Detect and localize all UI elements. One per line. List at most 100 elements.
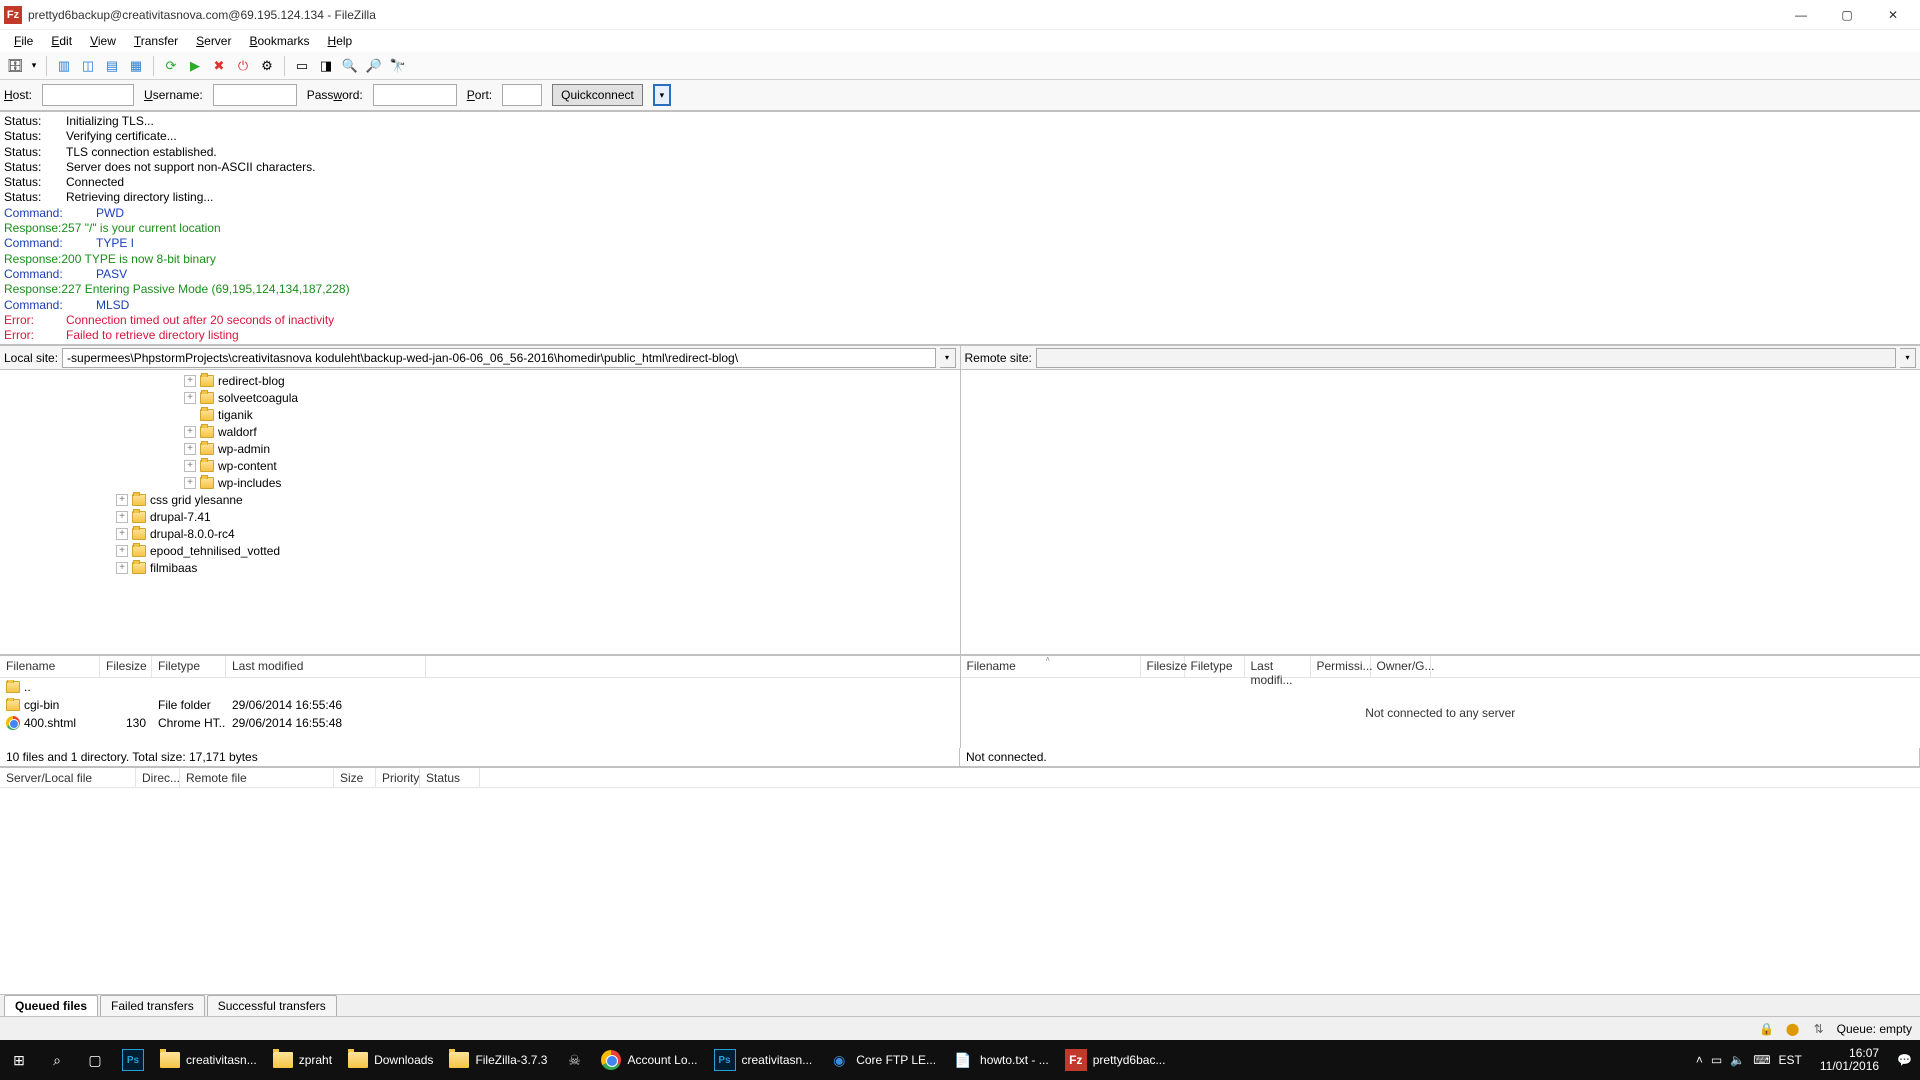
remote-tree[interactable]	[961, 370, 1920, 654]
column-header[interactable]: Filetype	[1185, 656, 1245, 677]
taskbar-item[interactable]: Downloads	[340, 1040, 441, 1080]
menu-edit[interactable]: Edit	[43, 32, 80, 50]
column-header[interactable]: Priority	[376, 768, 420, 787]
tree-item[interactable]: +waldorf	[0, 423, 960, 440]
cancel-icon[interactable]: ✖	[208, 55, 230, 77]
quickconnect-history-icon[interactable]: ▾	[653, 84, 671, 106]
tree-item[interactable]: +wp-includes	[0, 474, 960, 491]
expand-icon[interactable]: +	[184, 375, 196, 387]
username-input[interactable]	[213, 84, 297, 106]
taskbar-item[interactable]: zpraht	[265, 1040, 340, 1080]
local-columns[interactable]: FilenameFilesizeFiletypeLast modified	[0, 656, 960, 678]
disconnect-icon[interactable]: ⏻	[232, 55, 254, 77]
taskbar-item[interactable]: Pscreativitasn...	[706, 1040, 821, 1080]
search-icon[interactable]: 🔎	[363, 55, 385, 77]
toggle-tree-icon[interactable]: ◫	[77, 55, 99, 77]
taskbar-item[interactable]: creativitasn...	[152, 1040, 265, 1080]
close-button[interactable]: ✕	[1870, 0, 1916, 30]
tree-item[interactable]: +drupal-7.41	[0, 508, 960, 525]
file-row[interactable]: cgi-binFile folder29/06/2014 16:55:46	[0, 696, 960, 714]
binoculars-icon[interactable]: 🔭	[387, 55, 409, 77]
volume-icon[interactable]: 🔈	[1730, 1053, 1745, 1067]
battery-icon[interactable]: ▭	[1711, 1053, 1722, 1067]
task-view-button[interactable]: ▢	[76, 1040, 114, 1080]
tree-item[interactable]: +filmibaas	[0, 559, 960, 576]
sync-browse-icon[interactable]: 🔍	[339, 55, 361, 77]
taskbar-item[interactable]: ☠	[555, 1040, 593, 1080]
expand-icon[interactable]: +	[116, 494, 128, 506]
remote-files[interactable]: Not connected to any server	[961, 678, 1920, 748]
notifications-icon[interactable]: 💬	[1897, 1053, 1912, 1067]
site-manager-icon[interactable]: 🗄	[4, 55, 26, 77]
tree-item[interactable]: +css grid ylesanne	[0, 491, 960, 508]
toggle-queue-icon[interactable]: ▤	[101, 55, 123, 77]
queue-tab[interactable]: Queued files	[4, 995, 98, 1016]
column-header[interactable]: Status	[420, 768, 480, 787]
remote-site-path[interactable]	[1036, 348, 1896, 368]
tree-item[interactable]: +wp-content	[0, 457, 960, 474]
process-queue-icon[interactable]: ▶	[184, 55, 206, 77]
minimize-button[interactable]: —	[1778, 0, 1824, 30]
queue-body[interactable]	[0, 788, 1920, 994]
refresh-icon[interactable]: ⟳	[160, 55, 182, 77]
tree-item[interactable]: +wp-admin	[0, 440, 960, 457]
queue-columns[interactable]: Server/Local fileDirec...Remote fileSize…	[0, 766, 1920, 788]
expand-icon[interactable]: +	[116, 528, 128, 540]
column-header[interactable]: Filesize	[1141, 656, 1185, 677]
menu-file[interactable]: File	[6, 32, 41, 50]
column-header[interactable]: Direc...	[136, 768, 180, 787]
column-header[interactable]: Server/Local file	[0, 768, 136, 787]
maximize-button[interactable]: ▢	[1824, 0, 1870, 30]
remote-site-dropdown-icon[interactable]: ▾	[1900, 348, 1916, 368]
expand-icon[interactable]: +	[184, 460, 196, 472]
expand-icon[interactable]: +	[184, 443, 196, 455]
menu-view[interactable]: View	[82, 32, 124, 50]
password-input[interactable]	[373, 84, 457, 106]
column-header[interactable]: Permissi...	[1311, 656, 1371, 677]
tree-item[interactable]: +solveetcoagula	[0, 389, 960, 406]
local-site-dropdown-icon[interactable]: ▾	[940, 348, 956, 368]
search-button[interactable]: ⌕	[38, 1040, 76, 1080]
filter-icon[interactable]: ▭	[291, 55, 313, 77]
clock[interactable]: 16:07 11/01/2016	[1810, 1047, 1889, 1073]
remote-columns[interactable]: Filename˄FilesizeFiletypeLast modifi...P…	[961, 656, 1920, 678]
toggle-remote-icon[interactable]: ▦	[125, 55, 147, 77]
start-button[interactable]: ⊞	[0, 1040, 38, 1080]
menu-transfer[interactable]: Transfer	[126, 32, 186, 50]
column-header[interactable]: Filename˄	[961, 656, 1141, 677]
quickconnect-button[interactable]: Quickconnect	[552, 84, 643, 106]
taskbar-item[interactable]: Account Lo...	[593, 1040, 705, 1080]
column-header[interactable]: Filesize	[100, 656, 152, 677]
local-tree[interactable]: +redirect-blog+solveetcoagulatiganik+wal…	[0, 370, 960, 654]
taskbar-item[interactable]: ◉Core FTP LE...	[820, 1040, 944, 1080]
host-input[interactable]	[42, 84, 134, 106]
menu-server[interactable]: Server	[188, 32, 239, 50]
tree-item[interactable]: +redirect-blog	[0, 372, 960, 389]
column-header[interactable]: Remote file	[180, 768, 334, 787]
column-header[interactable]: Last modifi...	[1245, 656, 1311, 677]
menu-help[interactable]: Help	[320, 32, 361, 50]
lock-icon[interactable]: 🔒	[1759, 1021, 1775, 1037]
taskbar-item[interactable]: Fzprettyd6bac...	[1057, 1040, 1174, 1080]
language-indicator[interactable]: EST	[1779, 1053, 1802, 1067]
taskbar-item[interactable]: FileZilla-3.7.3	[441, 1040, 555, 1080]
expand-icon[interactable]: +	[184, 426, 196, 438]
tray-expand-icon[interactable]: ˄	[1696, 1053, 1703, 1067]
menu-bookmarks[interactable]: Bookmarks	[241, 32, 317, 50]
expand-icon[interactable]: +	[116, 562, 128, 574]
expand-icon[interactable]: +	[184, 477, 196, 489]
column-header[interactable]: Filename	[0, 656, 100, 677]
file-row[interactable]: ..	[0, 678, 960, 696]
column-header[interactable]: Last modified	[226, 656, 426, 677]
queue-tab[interactable]: Successful transfers	[207, 995, 337, 1016]
compare-icon[interactable]: ◨	[315, 55, 337, 77]
tree-item[interactable]: +drupal-8.0.0-rc4	[0, 525, 960, 542]
queue-tab[interactable]: Failed transfers	[100, 995, 205, 1016]
dropdown-icon[interactable]: ▾	[28, 55, 40, 77]
file-row[interactable]: 400.shtml130Chrome HT...29/06/2014 16:55…	[0, 714, 960, 732]
toggle-log-icon[interactable]: ▥	[53, 55, 75, 77]
reconnect-icon[interactable]: ⚙	[256, 55, 278, 77]
port-input[interactable]	[502, 84, 542, 106]
tree-item[interactable]: tiganik	[0, 406, 960, 423]
tree-item[interactable]: +epood_tehnilised_votted	[0, 542, 960, 559]
